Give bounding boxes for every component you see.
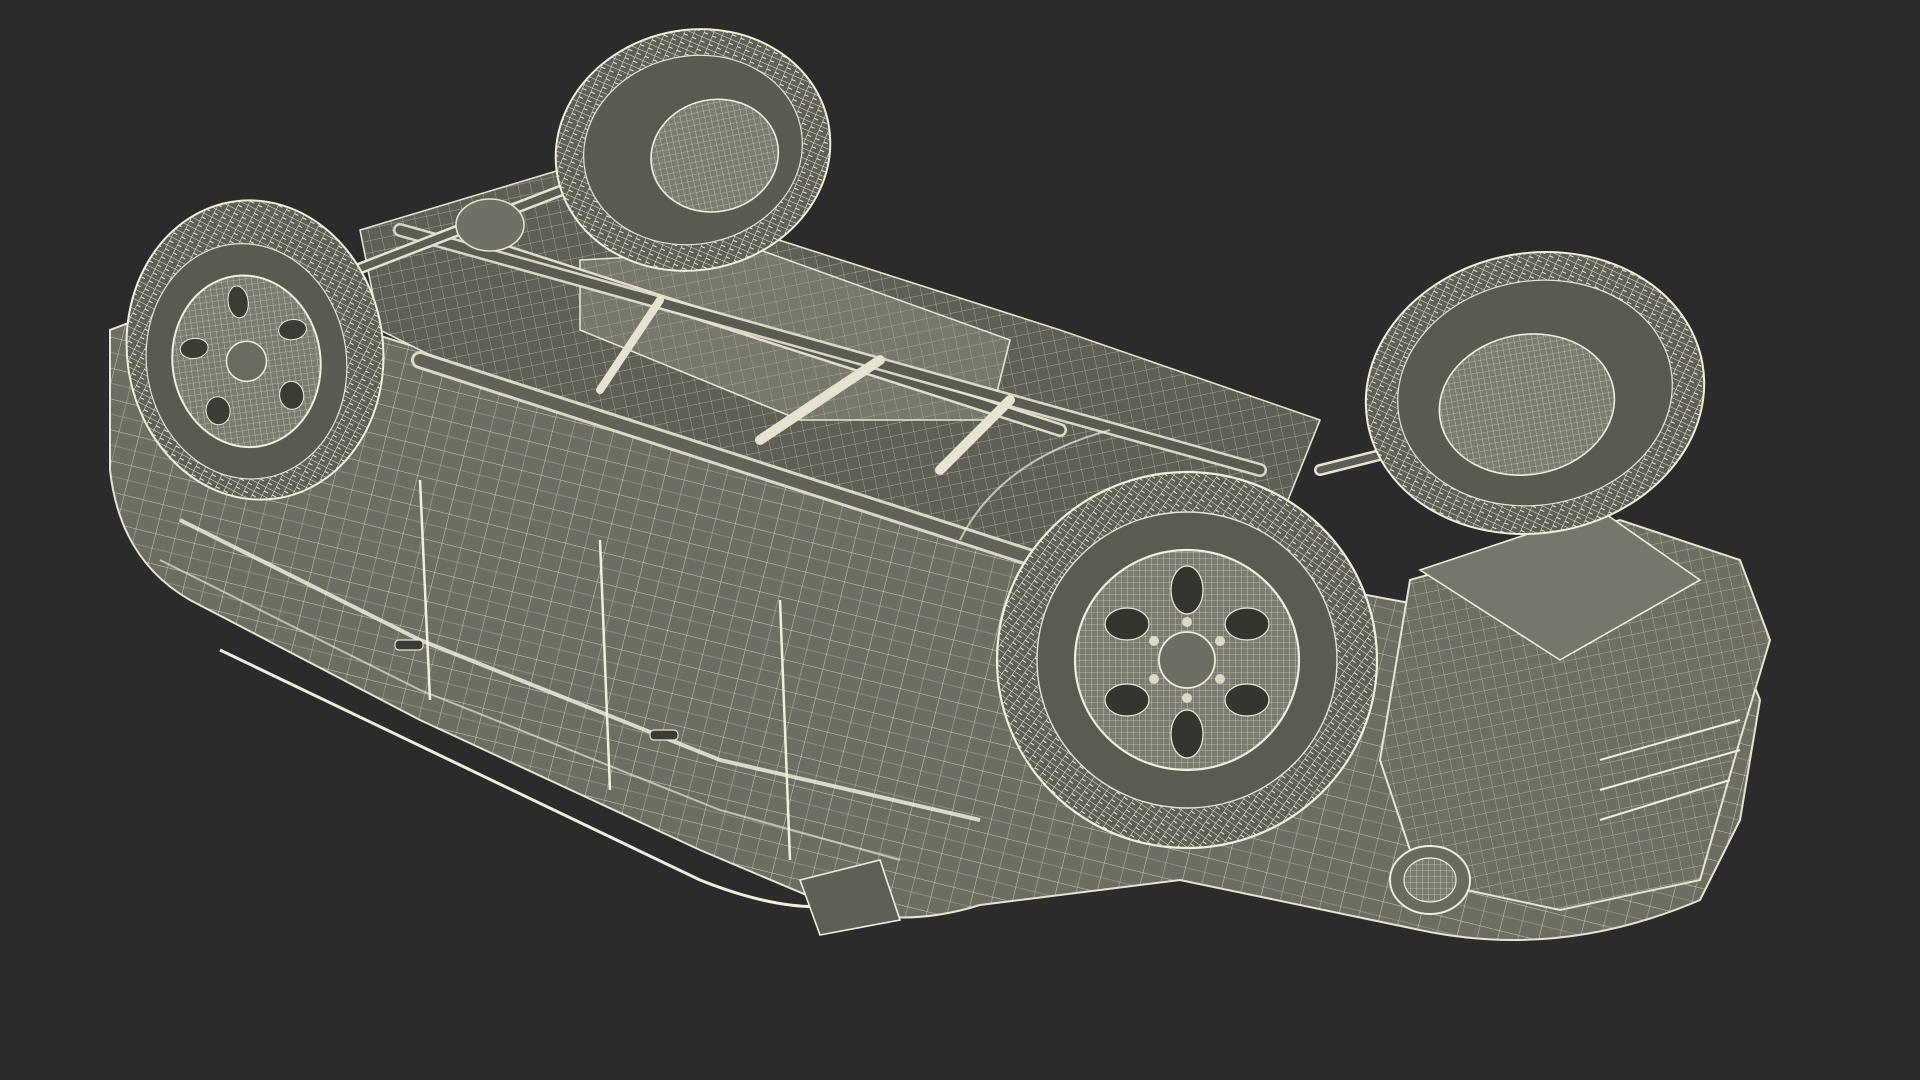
door-handle xyxy=(394,639,424,651)
vehicle-render xyxy=(109,28,1772,941)
wheel-front-bottom xyxy=(995,470,1379,850)
rear-differential xyxy=(455,198,525,252)
door-handle xyxy=(649,729,679,741)
render-viewport xyxy=(0,0,1920,1080)
wheel-front-top xyxy=(1364,251,1706,535)
